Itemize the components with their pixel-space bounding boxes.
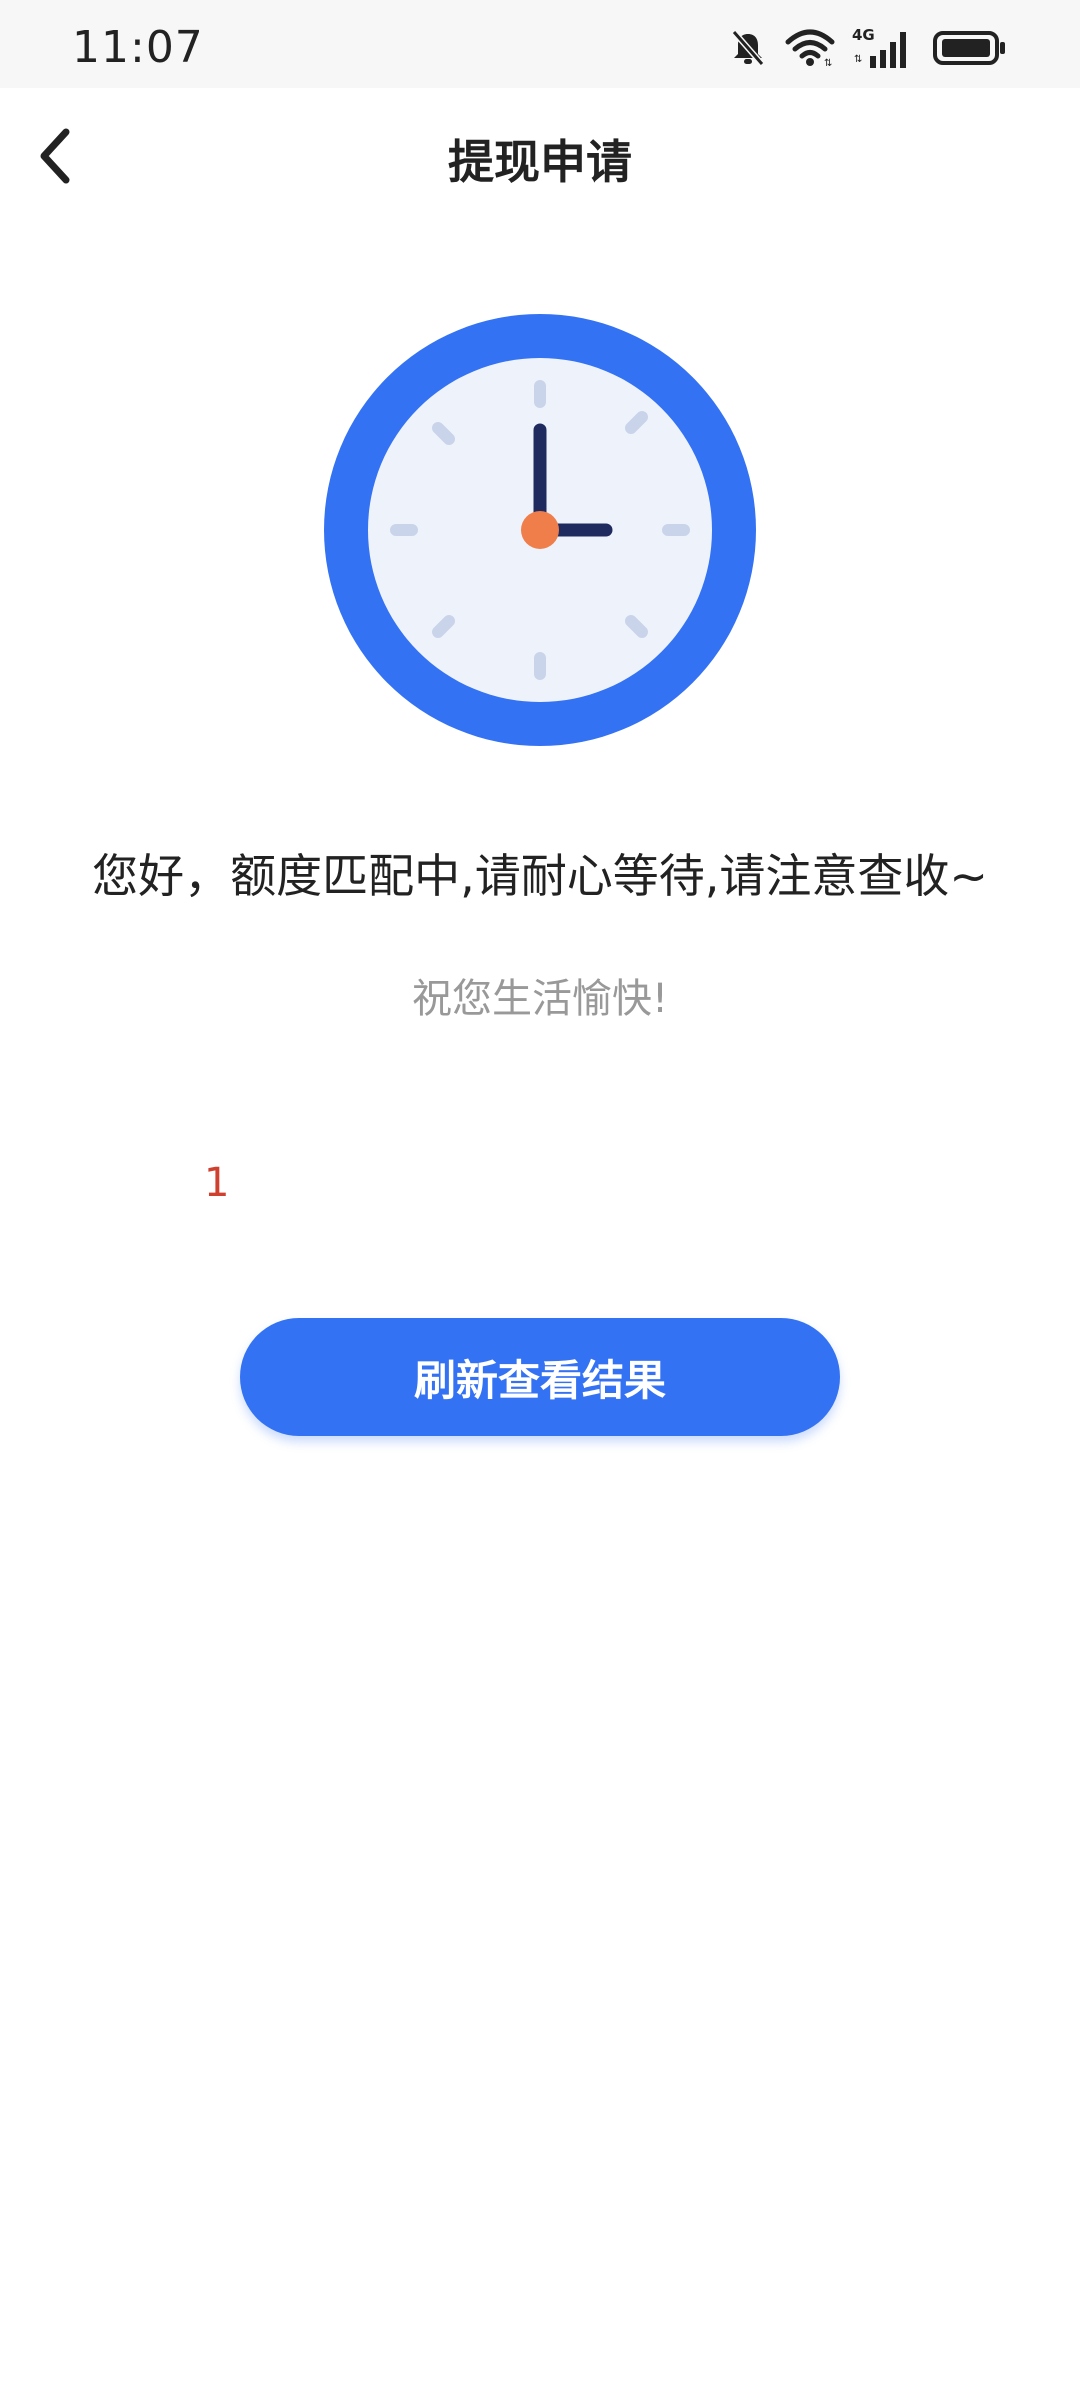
battery-icon [932,28,1008,68]
nav-bar: 提现申请 [0,88,1080,228]
refresh-result-button[interactable]: 刷新查看结果 [240,1318,840,1436]
counter-text: 1 [204,1160,230,1206]
wifi-icon: ⇅ [784,28,836,68]
status-message: 您好，额度匹配中,请耐心等待,请注意查收~ [92,849,988,903]
svg-text:⇅: ⇅ [824,58,832,68]
network-label: 4G [852,26,875,44]
greeting-text: 祝您生活愉快! [411,976,669,1022]
clock-icon [322,312,758,748]
screen: 11:07 ⇅ 4G ⇅ 提现申请 您好，额度匹配中,请耐心等待,请注意查收~ … [0,0,1080,2400]
signal-4g-icon: 4G ⇅ [852,26,916,70]
status-icons: ⇅ 4G ⇅ [728,26,1008,70]
page-title: 提现申请 [448,135,632,189]
clock-center [521,511,559,549]
svg-text:⇅: ⇅ [854,54,862,65]
bell-muted-icon [728,28,768,68]
status-time: 11:07 [72,22,204,73]
status-bar: 11:07 ⇅ 4G ⇅ [0,0,1080,88]
